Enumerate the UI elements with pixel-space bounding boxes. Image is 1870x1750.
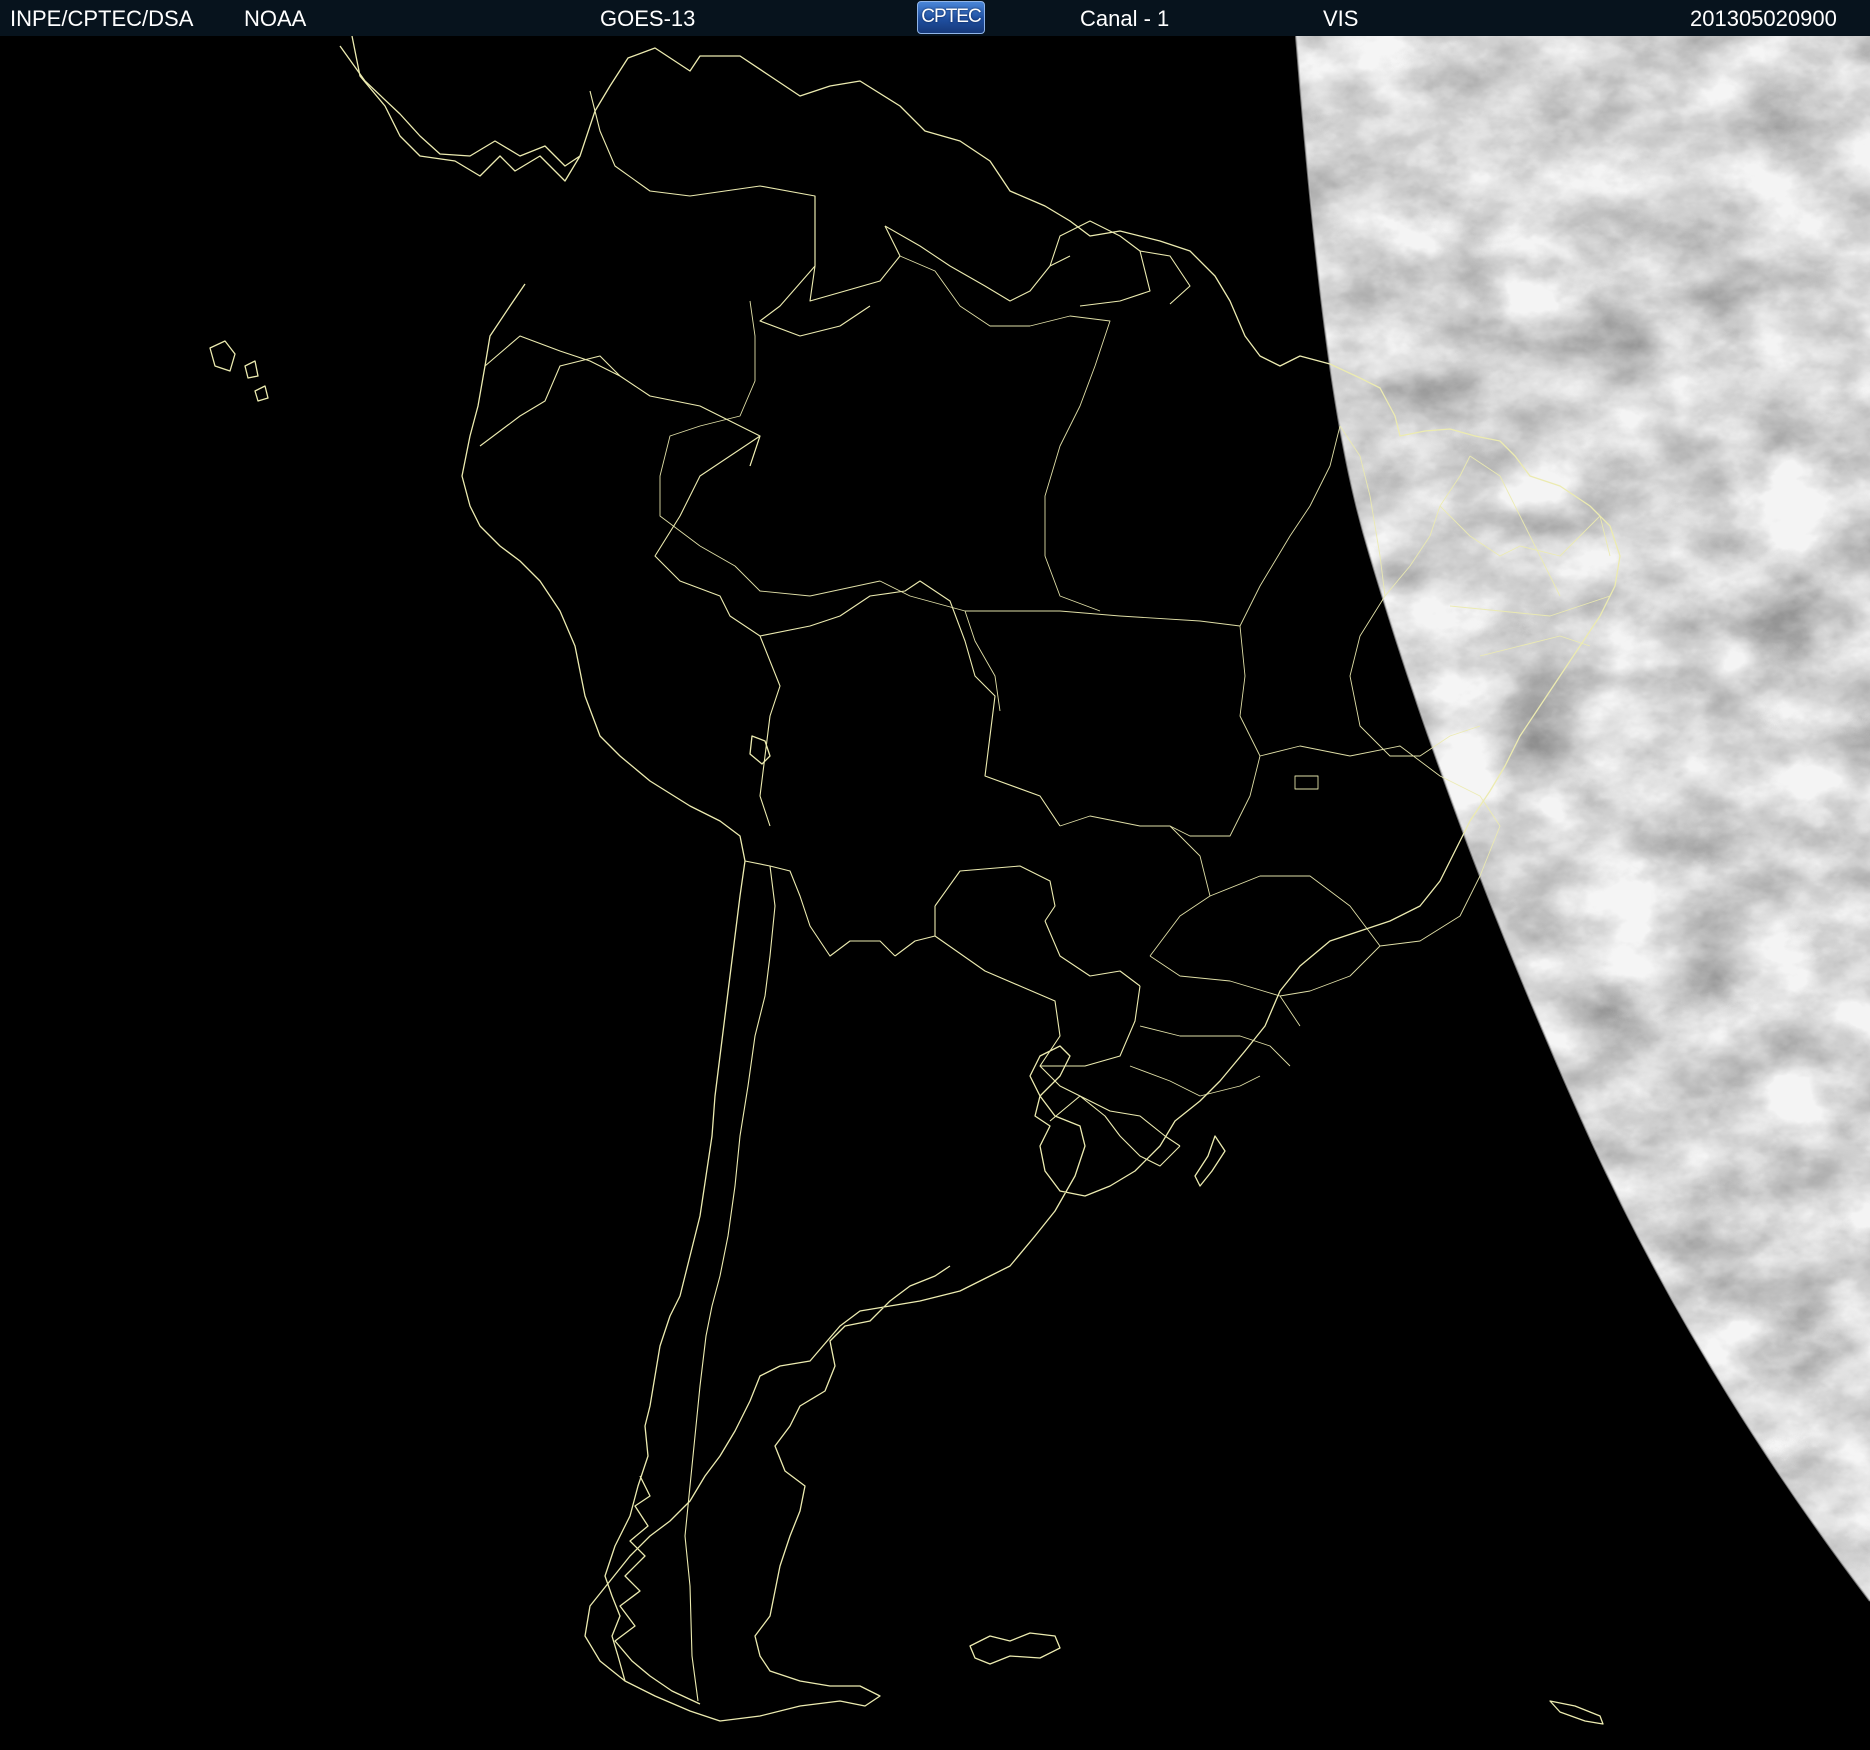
state-border-para-mt	[1044, 555, 1101, 612]
timestamp-label: 201305020900	[1690, 6, 1837, 31]
country-borders	[479, 90, 1191, 1702]
border-bolivia-chile	[744, 860, 896, 957]
border-colombia-peru-ecuador	[484, 335, 761, 467]
caribbean-coastline	[339, 45, 581, 167]
satellite-label: GOES-13	[600, 6, 696, 31]
border-colombia-venezuela	[589, 90, 901, 302]
border-argentina-uruguay-brazil	[1039, 1065, 1181, 1167]
agency-label: NOAA	[244, 6, 307, 31]
border-paraguay-brazil	[1044, 920, 1141, 987]
source-label: INPE/CPTEC/DSA	[10, 6, 194, 31]
state-border-sp	[1209, 875, 1381, 997]
border-peru-brazil	[654, 435, 761, 637]
band-label: VIS	[1323, 6, 1359, 31]
state-border-rs	[1129, 1065, 1261, 1097]
border-bolivia-paraguay	[934, 865, 1056, 922]
state-border-roraima	[899, 255, 1030, 327]
falkland-islands	[969, 1632, 1061, 1665]
state-border-tocantins	[1239, 425, 1341, 627]
channel-label: Canal - 1	[1080, 6, 1170, 31]
state-border-sc	[1139, 1025, 1291, 1067]
state-border-mato-grosso	[965, 610, 1241, 627]
lit-earth-limb	[1295, 36, 1870, 1602]
state-border-ms	[1059, 815, 1211, 957]
border-venezuela-brazil	[759, 196, 871, 337]
galapagos-islands	[209, 340, 269, 402]
border-peru-bolivia	[759, 635, 781, 827]
satellite-map	[0, 36, 1870, 1750]
border-bolivia-brazil	[759, 580, 1061, 827]
header-bar: INPE/CPTEC/DSA NOAA GOES-13 CPTEC Canal …	[0, 0, 1870, 37]
state-border-acre-rondonia	[699, 545, 881, 597]
border-paraguay-argentina	[934, 935, 1141, 1067]
border-guyana	[884, 225, 1071, 302]
state-border-goias	[1169, 625, 1261, 837]
border-french-guiana	[1139, 250, 1191, 305]
border-uruguay-brazil	[1049, 1095, 1181, 1147]
state-border-amazonas-para	[1029, 315, 1111, 556]
border-bolivia-argentina	[894, 906, 936, 957]
border-argentina-chile	[684, 865, 776, 1702]
state-border-rondonia	[879, 580, 1001, 712]
south-georgia-island	[1549, 1700, 1604, 1725]
cptec-logo: CPTEC	[917, 1, 985, 34]
state-border-amazonas	[659, 300, 756, 547]
pacific-coastline	[461, 283, 746, 1682]
state-border-parana	[1149, 955, 1301, 1027]
border-ecuador-peru	[479, 355, 621, 447]
patos-lagoon	[1194, 1135, 1226, 1187]
map-svg	[209, 36, 1870, 1725]
state-border-df	[1294, 775, 1319, 790]
